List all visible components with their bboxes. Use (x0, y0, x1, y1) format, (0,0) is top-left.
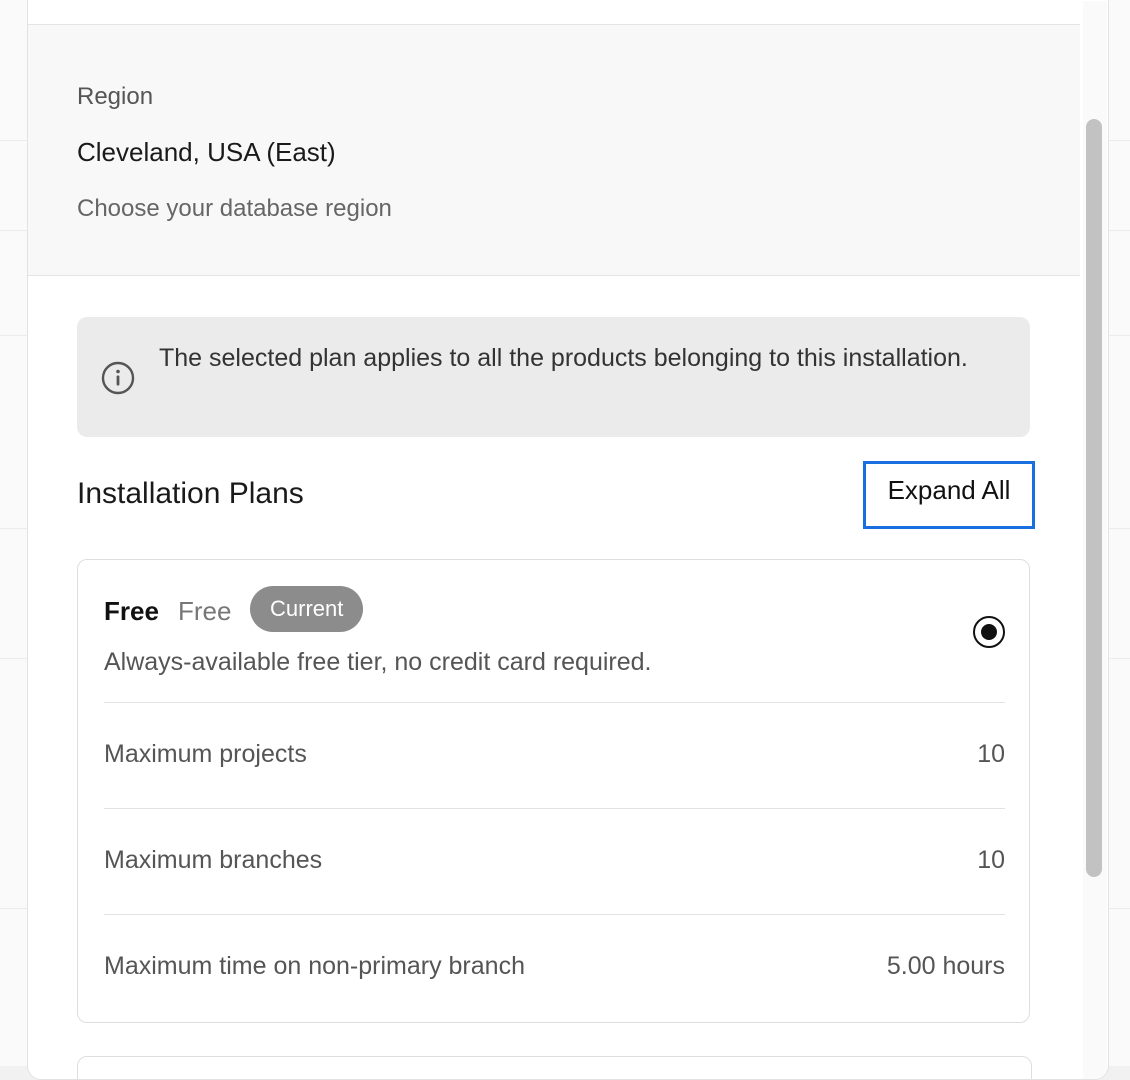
divider (104, 808, 1005, 809)
section-title: Installation Plans (77, 477, 304, 510)
plan-description: Always-available free tier, no credit ca… (104, 648, 652, 676)
limit-label: Maximum projects (104, 740, 307, 768)
limit-label: Maximum branches (104, 846, 323, 874)
expand-all-button[interactable]: Expand All (863, 461, 1035, 529)
divider (104, 914, 1005, 915)
plan-name: Free (104, 596, 159, 626)
region-help-text: Choose your database region (77, 195, 392, 222)
plan-price: Free (178, 596, 232, 626)
region-value: Cleveland, USA (East) (77, 137, 336, 167)
plan-card-next[interactable] (77, 1056, 1032, 1079)
plan-radio-selected[interactable] (973, 616, 1005, 648)
plan-card-free[interactable]: Free Free Current Always-available free … (77, 559, 1030, 1023)
limit-label: Maximum time on non-primary branch (104, 952, 525, 980)
limit-value: 10 (977, 846, 1005, 874)
plan-notice: The selected plan applies to all the pro… (77, 317, 1030, 437)
info-icon (101, 361, 135, 395)
plan-limit-row: Maximum branches 10 (104, 846, 1005, 886)
plan-limit-row: Maximum projects 10 (104, 740, 1005, 780)
notice-text: The selected plan applies to all the pro… (159, 344, 968, 372)
modal-header-strip (28, 0, 1080, 25)
limit-value: 10 (977, 740, 1005, 768)
plan-modal: Region Cleveland, USA (East) Choose your… (27, 0, 1109, 1080)
current-badge: Current (250, 586, 364, 632)
region-label: Region (77, 83, 154, 110)
plan-limit-row: Maximum time on non-primary branch 5.00 … (104, 952, 1005, 992)
scrollbar-thumb[interactable] (1086, 119, 1102, 877)
limit-value: 5.00 hours (886, 952, 1005, 980)
divider (104, 702, 1005, 703)
